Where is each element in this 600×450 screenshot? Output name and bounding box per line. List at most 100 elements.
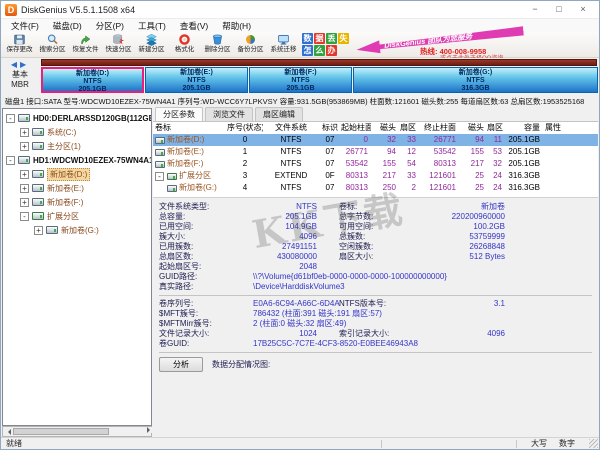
- app-logo-icon: D: [5, 4, 17, 16]
- scroll-left-icon[interactable]: [5, 429, 11, 435]
- expand-icon[interactable]: +: [20, 170, 29, 179]
- tree-item[interactable]: -HD1:WDCWD10EZEX-75WN4A1(932GB): [3, 153, 151, 167]
- column-header: 文件系统: [263, 122, 319, 134]
- promo-banner[interactable]: 数据丢失怎么办 DiskGenius 团队为您服务 热线: 400-008-99…: [302, 33, 594, 58]
- table-row[interactable]: 新加卷(F:)2NTFS0753542155548031321732205.1G…: [153, 158, 598, 170]
- tree-item[interactable]: +新加卷(D:): [3, 167, 151, 181]
- toolbar-button-label: 删除分区: [205, 46, 231, 54]
- partition-box-3[interactable]: 新加卷(G:)NTFS316.3GB: [353, 67, 598, 93]
- expand-icon[interactable]: +: [20, 142, 29, 151]
- row-cell: 80313: [419, 158, 459, 170]
- close-button[interactable]: ×: [571, 2, 595, 18]
- detail-value: NTFS: [253, 202, 317, 212]
- detail-row: 总容量:205.1GB总字节数:220200960000: [159, 212, 592, 222]
- expand-icon[interactable]: +: [34, 226, 43, 235]
- menu-item-1[interactable]: 磁盘(D): [46, 20, 89, 32]
- row-cell: 80313: [341, 170, 371, 182]
- banner-tile-0: 数: [302, 33, 313, 44]
- detail-row: $MFTMirr簇号:2 (柱面:0 磁头:32 扇区:49): [159, 319, 592, 329]
- tab-1[interactable]: 浏览文件: [205, 107, 253, 121]
- table-row[interactable]: 新加卷(D:)0NTFS0703233267719411205.1GB: [153, 134, 598, 146]
- detail-value: 104.9GB: [253, 222, 317, 232]
- next-disk-arrow-icon[interactable]: ▶: [20, 60, 29, 69]
- tab-0[interactable]: 分区参数: [155, 107, 203, 121]
- save-icon: [13, 33, 26, 46]
- toolbar-button-5[interactable]: 格式化: [168, 33, 201, 54]
- scroll-thumb[interactable]: [13, 428, 109, 435]
- toolbar-button-3[interactable]: 快速分区: [102, 33, 135, 54]
- tree-item[interactable]: +新加卷(E:): [3, 181, 151, 195]
- partition-details: 文件系统类型:NTFS卷标:新加卷总容量:205.1GB总字节数:2202009…: [153, 198, 598, 372]
- collapse-icon[interactable]: -: [6, 156, 15, 165]
- row-cell: 07: [319, 134, 341, 146]
- tree-item[interactable]: -HD0:DERLARSSD120GB(112GB): [3, 111, 151, 125]
- tree-item[interactable]: + 主分区(1): [3, 139, 151, 153]
- menu-item-2[interactable]: 分区(P): [89, 20, 131, 32]
- partition-box-0[interactable]: 新加卷(D:)NTFS205.1GB: [41, 67, 144, 93]
- partition-box-fs: NTFS: [146, 77, 247, 85]
- partition-box-size: 205.1GB: [250, 85, 351, 93]
- tree-item[interactable]: -扩展分区: [3, 209, 151, 223]
- menu-item-4[interactable]: 查看(V): [173, 20, 215, 32]
- menu-item-3[interactable]: 工具(T): [131, 20, 173, 32]
- column-header: 起始柱面: [341, 122, 371, 134]
- partition-icon: [32, 128, 44, 136]
- toolbar-button-label: 恢复文件: [73, 46, 99, 54]
- diskgenius-window: D DiskGenius V5.5.1.1508 x64 − □ × 文件(F)…: [0, 0, 600, 450]
- collapse-icon[interactable]: -: [6, 114, 15, 123]
- partition-box-2[interactable]: 新加卷(F:)NTFS205.1GB: [249, 67, 352, 93]
- format-icon: [178, 33, 191, 46]
- row-cell: 33: [399, 170, 419, 182]
- menu-item-5[interactable]: 帮助(H): [215, 20, 258, 32]
- tree-item[interactable]: +新加卷(F:): [3, 195, 151, 209]
- collapse-icon[interactable]: -: [20, 212, 29, 221]
- detail-label: $MFTMirr簇号:: [159, 319, 253, 329]
- toolbar-button-6[interactable]: 删除分区: [201, 33, 234, 54]
- resize-grip[interactable]: [589, 439, 598, 448]
- row-cell: 54: [399, 158, 419, 170]
- prev-disk-arrow-icon[interactable]: ◀: [11, 60, 20, 69]
- toolbar-button-1[interactable]: 搜索分区: [36, 33, 69, 54]
- table-row[interactable]: 新加卷(E:)1NTFS072677194125354215553205.1GB: [153, 146, 598, 158]
- row-volume-cell: 新加卷(G:): [153, 182, 227, 194]
- expand-icon[interactable]: +: [20, 184, 29, 193]
- collapse-icon[interactable]: -: [155, 172, 164, 181]
- row-cell: 53542: [419, 146, 459, 158]
- partition-box-1[interactable]: 新加卷(E:)NTFS205.1GB: [145, 67, 248, 93]
- detail-label: 已用空间:: [159, 222, 253, 232]
- row-cell: 250: [371, 182, 399, 194]
- tree-item-label: 新加卷(G:): [61, 225, 99, 236]
- partition-icon: [32, 184, 44, 192]
- column-header: 容量: [505, 122, 543, 134]
- quick-partition-icon: [112, 33, 125, 46]
- detail-value: 100.2GB: [431, 222, 505, 232]
- row-cell: 25: [459, 182, 487, 194]
- detail-value: \Device\HarddiskVolume3: [253, 282, 592, 292]
- detail-label: 簇大小:: [159, 232, 253, 242]
- tree-item-label: 主分区(1): [47, 141, 81, 152]
- table-row[interactable]: -扩展分区3EXTEND0F80313217331216012524316.3G…: [153, 170, 598, 182]
- maximize-button[interactable]: □: [547, 2, 571, 18]
- tree-item[interactable]: +系统(C:): [3, 125, 151, 139]
- row-cell: 316.3GB: [505, 182, 543, 194]
- toolbar-button-4[interactable]: 新建分区: [135, 33, 168, 54]
- new-partition-icon: [145, 33, 158, 46]
- detail-label: 文件记录大小:: [159, 329, 253, 339]
- toolbar-button-2[interactable]: 恢复文件: [69, 33, 102, 54]
- table-row[interactable]: 新加卷(G:)4NTFS078031325021216012524316.3GB: [153, 182, 598, 194]
- disk-icon: [18, 156, 30, 164]
- toolbar-button-7[interactable]: 备份分区: [234, 33, 267, 54]
- minimize-button[interactable]: −: [523, 2, 547, 18]
- tree-hscrollbar[interactable]: [2, 426, 152, 437]
- analyze-button[interactable]: 分析: [159, 357, 203, 372]
- toolbar-button-label: 搜索分区: [40, 46, 66, 54]
- tab-2[interactable]: 扇区编辑: [255, 107, 303, 121]
- toolbar-button-8[interactable]: 系统迁移: [267, 33, 300, 54]
- toolbar-button-0[interactable]: 保存更改: [3, 33, 36, 54]
- backup-partition-icon: [244, 33, 257, 46]
- expand-icon[interactable]: +: [20, 198, 29, 207]
- window-title: DiskGenius V5.5.1.1508 x64: [21, 5, 135, 15]
- menu-item-0[interactable]: 文件(F): [4, 20, 46, 32]
- expand-icon[interactable]: +: [20, 128, 29, 137]
- tree-item[interactable]: + 新加卷(G:): [3, 223, 151, 237]
